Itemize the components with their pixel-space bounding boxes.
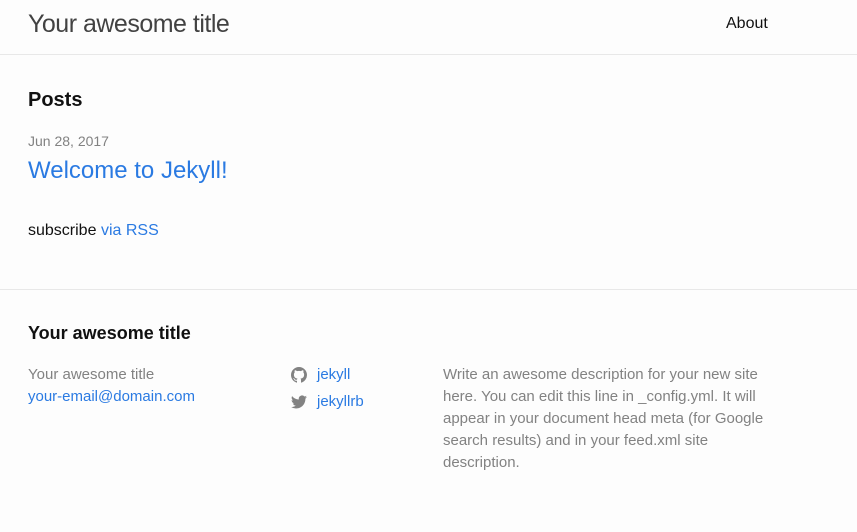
footer-heading: Your awesome title bbox=[28, 323, 191, 343]
github-username: jekyll bbox=[317, 366, 351, 383]
nav-link-about[interactable]: About bbox=[726, 15, 768, 33]
site-footer: Your awesome title Your awesome title yo… bbox=[0, 289, 857, 532]
footer-contact-column: Your awesome title your-email@domain.com bbox=[28, 364, 268, 408]
posts-heading: Posts bbox=[28, 89, 83, 111]
main-content: Posts Jun 28, 2017 Welcome to Jekyll! su… bbox=[0, 55, 857, 289]
post-title-link[interactable]: Welcome to Jekyll! bbox=[28, 157, 228, 185]
github-link[interactable]: jekyll bbox=[291, 364, 431, 386]
footer-description: Write an awesome description for your ne… bbox=[443, 366, 764, 471]
rss-link[interactable]: via RSS bbox=[101, 222, 159, 239]
footer-email-link[interactable]: your-email@domain.com bbox=[28, 386, 268, 408]
twitter-username: jekyllrb bbox=[317, 393, 364, 410]
rss-prefix-text: subscribe bbox=[28, 222, 97, 239]
post-date: Jun 28, 2017 bbox=[28, 133, 109, 149]
rss-subscribe: subscribe via RSS bbox=[28, 222, 159, 240]
twitter-link[interactable]: jekyllrb bbox=[291, 391, 431, 413]
github-icon bbox=[291, 367, 307, 383]
footer-social-column: jekyll jekyllrb bbox=[291, 364, 431, 418]
site-header: Your awesome title About bbox=[0, 0, 857, 55]
footer-author-name: Your awesome title bbox=[28, 366, 155, 383]
site-title-link[interactable]: Your awesome title bbox=[28, 10, 230, 39]
twitter-icon bbox=[291, 395, 307, 409]
